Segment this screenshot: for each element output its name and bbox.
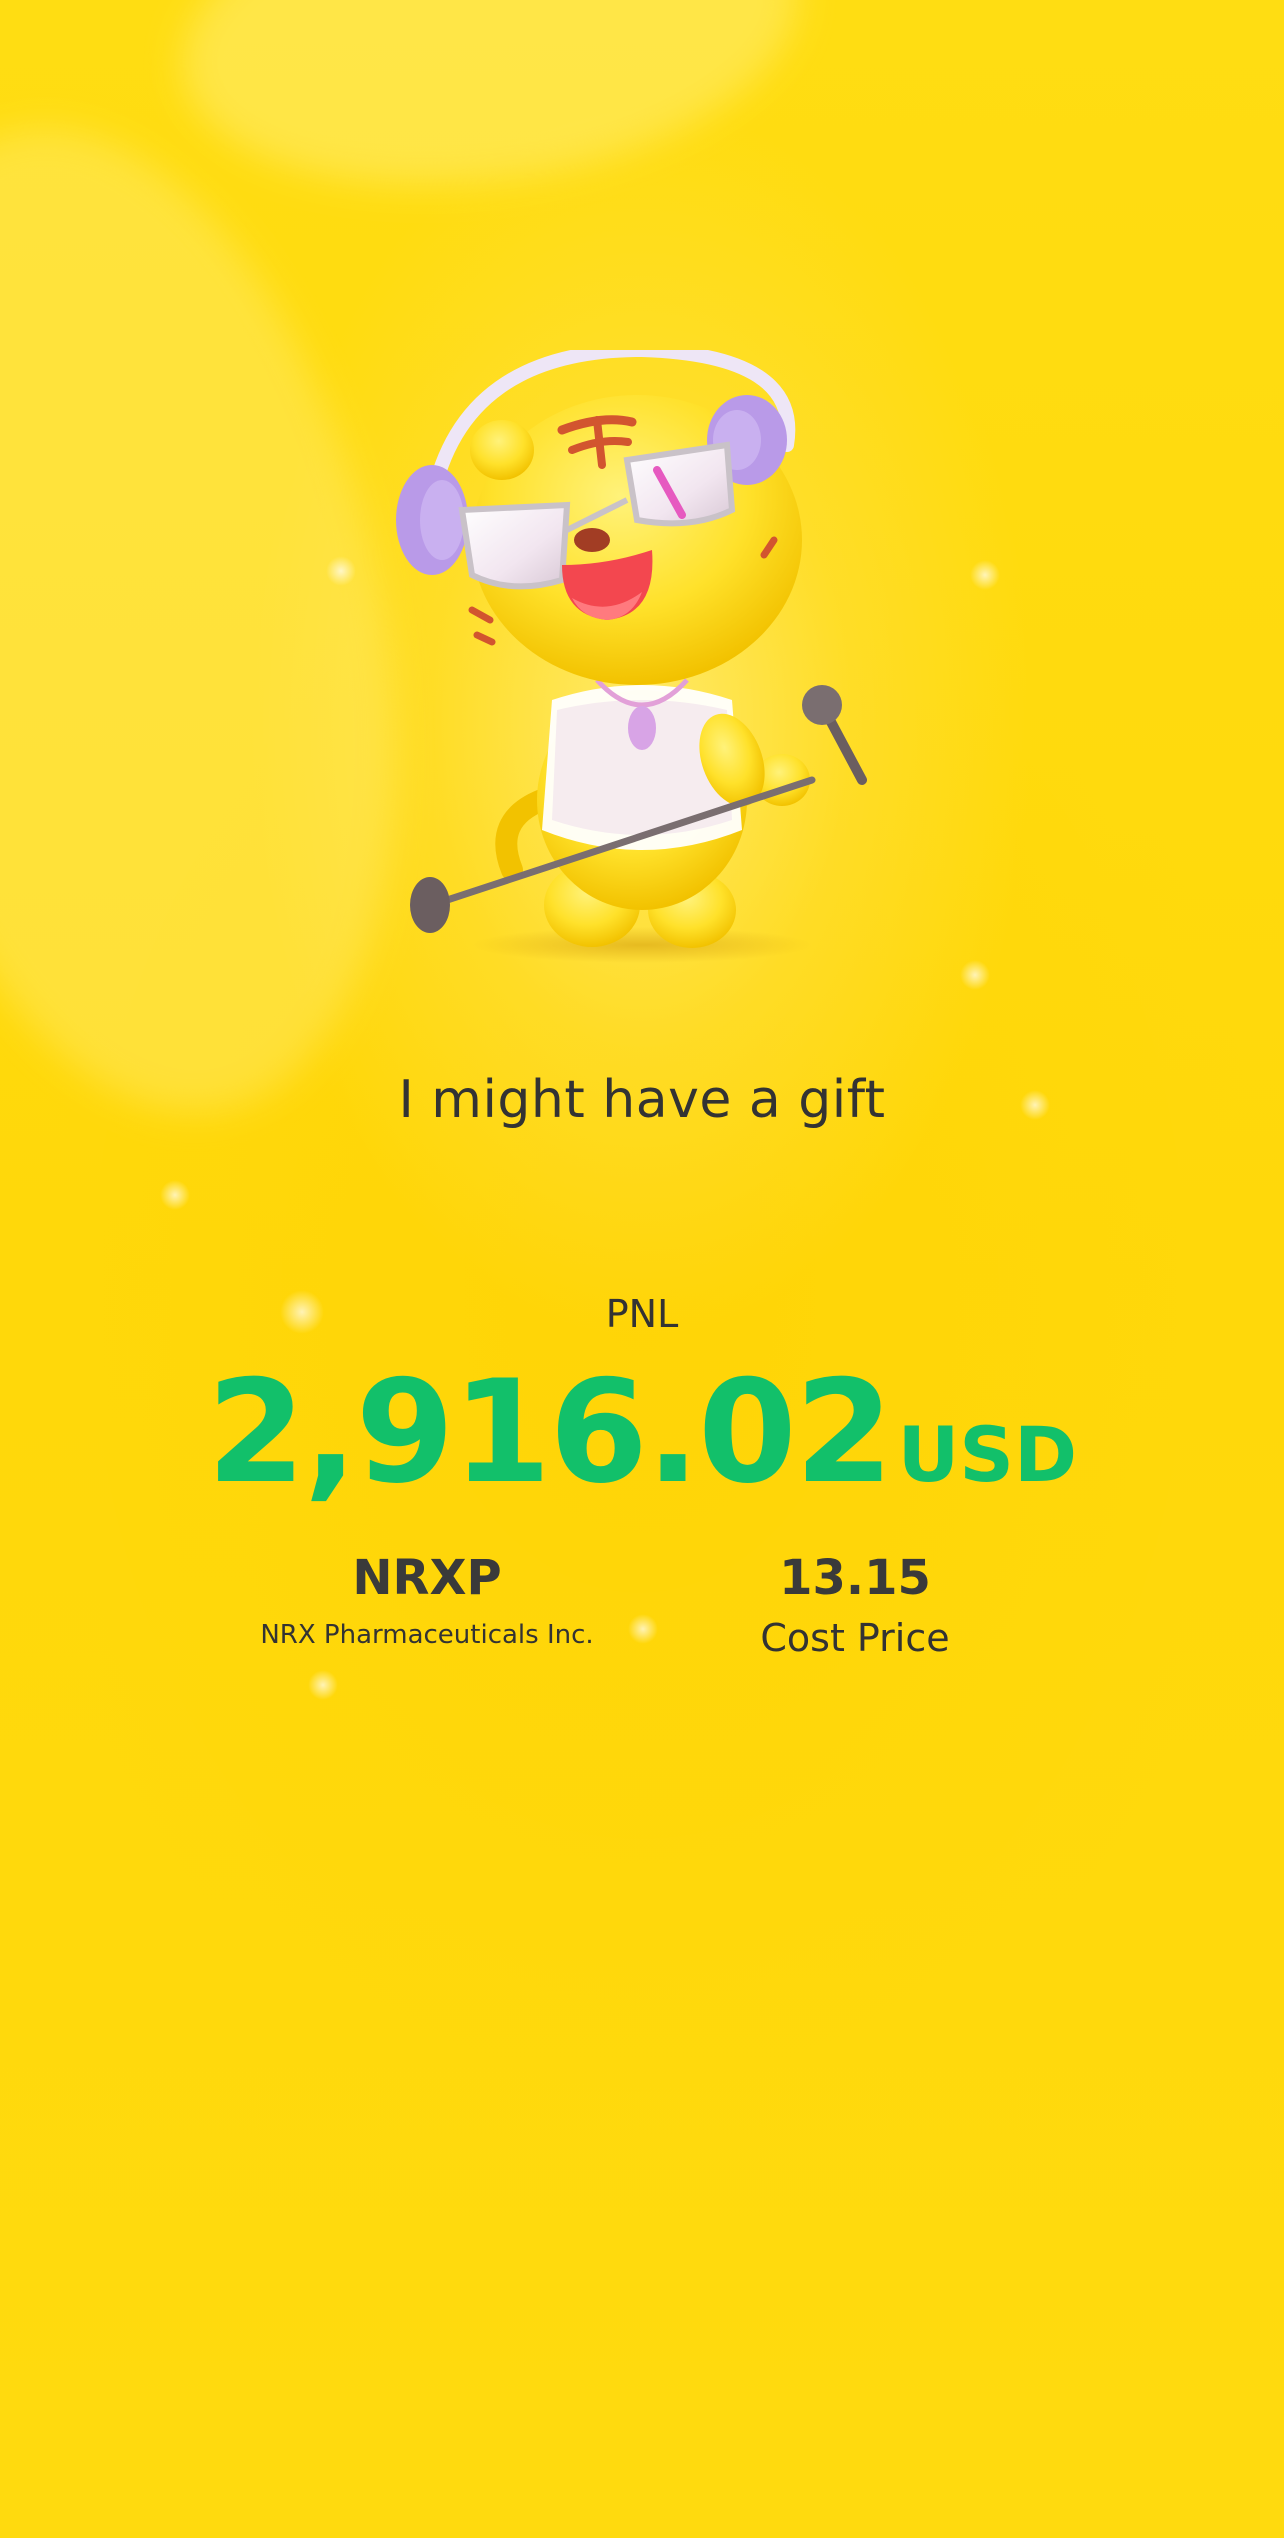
pnl-label: PNL <box>605 1292 679 1336</box>
stock-ticker: NRXP <box>352 1550 502 1606</box>
sparkle <box>308 1670 338 1700</box>
sparkle <box>628 1614 658 1644</box>
headline: I might have a gift <box>398 1070 886 1130</box>
cost-info: 13.15 Cost Price <box>700 1550 1010 1660</box>
pnl-value-row: 2,916.02USD <box>0 1350 1284 1515</box>
stock-info: NRXP NRX Pharmaceuticals Inc. <box>240 1550 614 1650</box>
company-name: NRX Pharmaceuticals Inc. <box>260 1620 594 1650</box>
cost-price-value: 13.15 <box>779 1550 931 1606</box>
sparkle <box>326 556 356 586</box>
tiger-mascot-icon <box>396 350 867 963</box>
sparkle <box>970 560 1000 590</box>
sparkle <box>160 1180 190 1210</box>
pnl-unit: USD <box>897 1410 1078 1499</box>
sparkle <box>960 960 990 990</box>
cost-price-label: Cost Price <box>760 1616 950 1660</box>
pnl-value: 2,916.02 <box>206 1350 894 1515</box>
